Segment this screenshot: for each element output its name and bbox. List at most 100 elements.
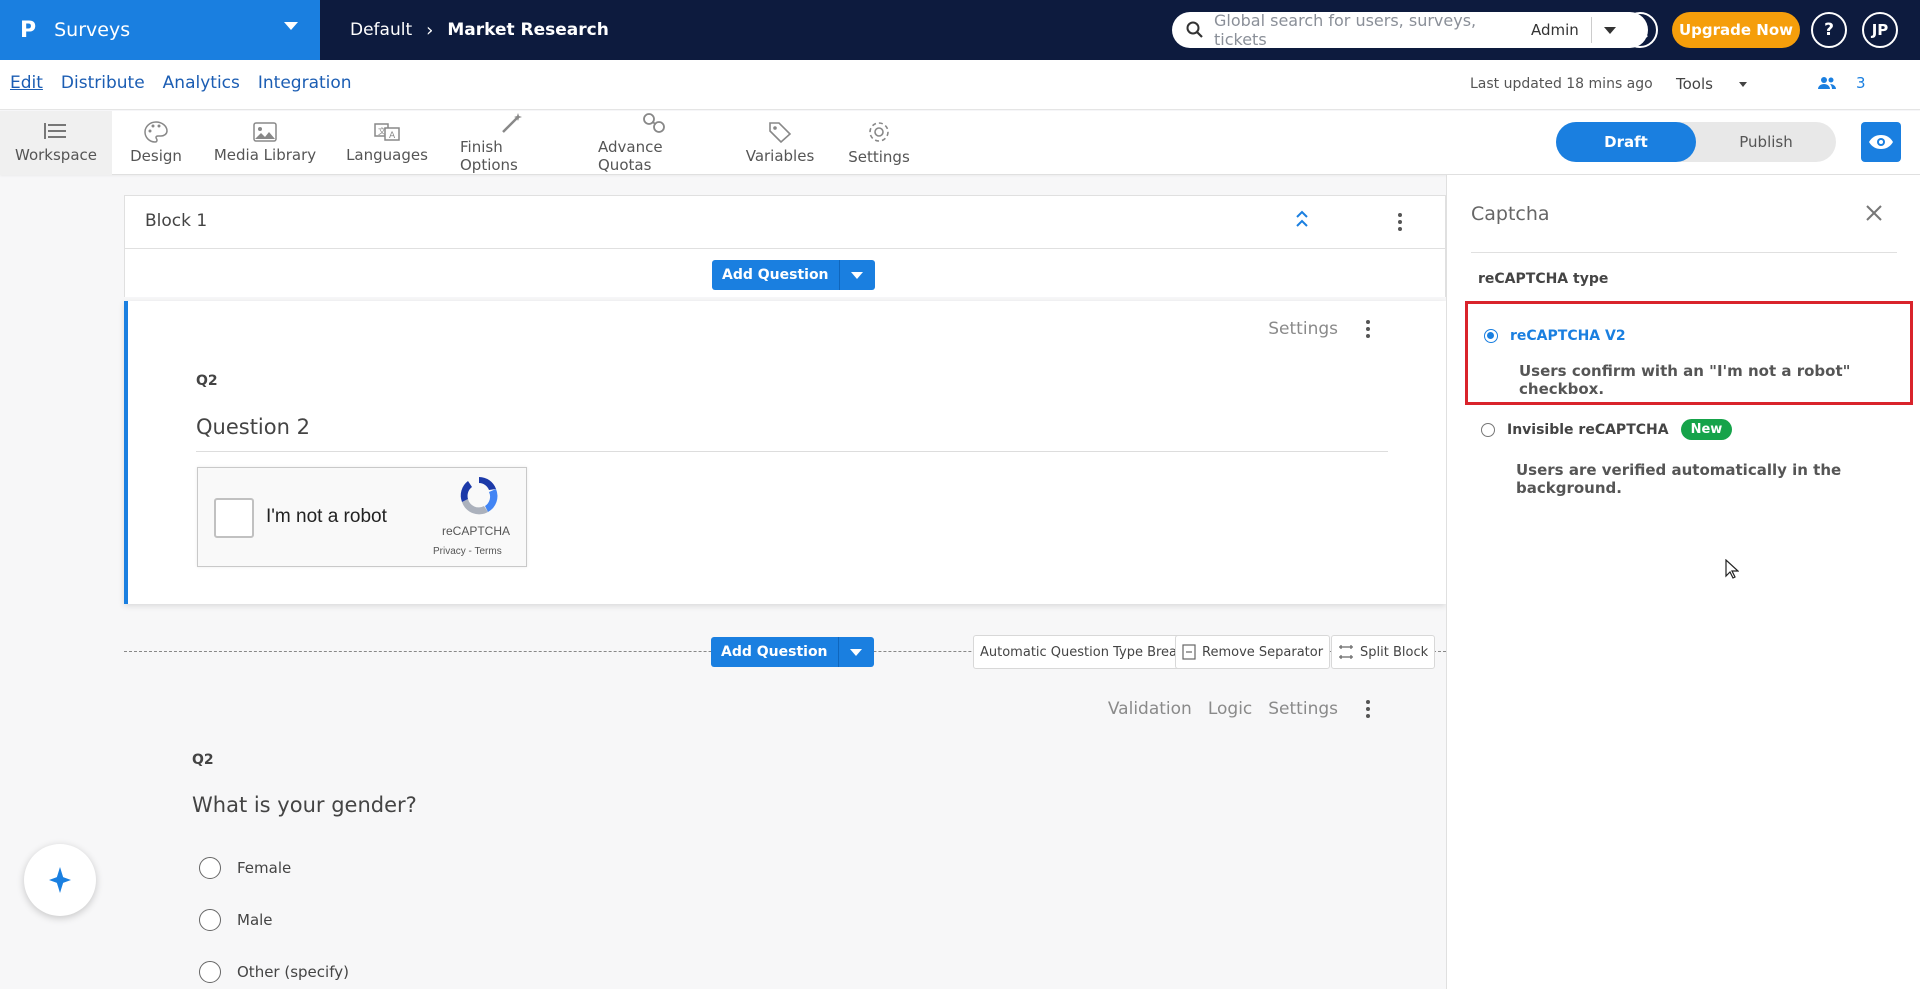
upgrade-button[interactable]: Upgrade Now [1672,12,1800,48]
option-label: reCAPTCHA V2 [1510,328,1626,344]
radio-button[interactable] [199,909,221,931]
tool-design[interactable]: Design [124,111,188,175]
invisible-recaptcha-option[interactable]: Invisible reCAPTCHA New Users are verifi… [1465,419,1913,499]
survey-canvas: Block 1 Add Question Settings Q2 Questio… [124,195,1446,989]
help-button[interactable]: ? [1811,12,1847,48]
question-settings-link[interactable]: Settings [1268,699,1338,719]
radio-button[interactable] [1481,422,1495,437]
tools-menu[interactable]: Tools [1676,75,1747,93]
nav-analytics[interactable]: Analytics [163,73,240,93]
users-icon [1818,77,1836,89]
question-validation-link[interactable]: Validation [1108,699,1192,719]
image-icon [253,122,277,142]
radio-button[interactable] [199,857,221,879]
tool-languages[interactable]: 文A Languages [346,111,428,175]
choice-option[interactable]: Female [199,857,291,879]
add-question-dropdown[interactable] [838,260,875,290]
search-icon [1186,21,1203,38]
add-question-label[interactable]: Add Question [712,260,839,290]
ai-assistant-button[interactable] [24,844,96,916]
preview-button[interactable] [1861,122,1901,162]
question-menu-icon[interactable] [1366,700,1370,718]
tool-label: Settings [848,148,910,166]
choice-option[interactable]: Other (specify) [199,961,349,983]
panel-title: Captcha [1471,203,1550,225]
question-text[interactable]: Question 2 [196,415,1388,452]
captcha-settings-panel: Captcha reCAPTCHA type reCAPTCHA V2 User… [1446,175,1920,989]
remove-separator-button[interactable]: Remove Separator [1175,635,1331,669]
tool-advance-quotas[interactable]: Advance Quotas [598,111,710,175]
breadcrumb-parent[interactable]: Default [350,20,412,40]
tool-finish-options[interactable]: Finish Options [460,111,564,175]
list-icon [44,123,66,139]
recaptcha-checkbox[interactable] [214,498,254,538]
question-card-captcha[interactable]: Settings Q2 Question 2 I'm not a robot r… [124,301,1446,604]
breadcrumb: Default › Market Research [350,20,609,41]
publish-button[interactable]: Publish [1696,122,1836,162]
tool-media-library[interactable]: Media Library [212,111,318,175]
global-search[interactable]: Global search for users, surveys, ticket… [1172,11,1648,49]
add-question-button[interactable]: Add Question [711,637,874,667]
recaptcha-type-label: reCAPTCHA type [1478,271,1609,287]
chevron-down-icon[interactable] [1603,26,1616,34]
app-switcher[interactable]: P Surveys [0,0,320,60]
search-role-select[interactable]: Admin [1519,17,1592,43]
search-button[interactable] [1622,12,1658,48]
tool-settings[interactable]: Settings [848,111,910,175]
collaborators[interactable]: 3 [1818,74,1866,92]
tool-workspace[interactable]: Workspace [0,111,112,175]
tool-label: Media Library [213,146,317,164]
app-logo: P [20,17,37,43]
recaptcha-widget[interactable]: I'm not a robot reCAPTCHA Privacy - Term… [197,467,527,567]
block-menu-icon[interactable] [1398,213,1402,231]
collapse-icon[interactable] [1295,210,1309,228]
add-question-row: Add Question [124,249,1446,297]
palette-icon [144,121,168,143]
nav-edit[interactable]: Edit [10,73,43,93]
question-number: Q2 [196,373,218,389]
translate-icon: 文A [374,123,400,141]
choice-label: Male [237,911,273,929]
radio-button[interactable] [1484,329,1498,343]
split-block-button[interactable]: Split Block [1331,635,1436,669]
question-card-gender[interactable]: Validation Logic Settings Q2 What is you… [124,676,1446,989]
chevron-right-icon: › [426,19,434,41]
tool-label: Variables [745,147,815,165]
link-icon [643,113,665,133]
question-settings-link[interactable]: Settings [1268,319,1338,339]
chevron-down-icon [850,648,863,656]
add-question-label[interactable]: Add Question [711,637,838,667]
svg-text:文: 文 [378,126,386,136]
nav-distribute[interactable]: Distribute [61,73,145,93]
question-menu-icon[interactable] [1366,320,1370,338]
draft-button[interactable]: Draft [1556,122,1696,162]
tool-label: Finish Options [460,138,518,174]
breadcrumb-current: Market Research [447,20,609,40]
question-number: Q2 [192,752,214,768]
last-updated: Last updated 18 mins ago [1470,76,1653,92]
svg-text:A: A [389,131,396,141]
question-text[interactable]: What is your gender? [192,793,1384,829]
split-icon [1339,645,1353,659]
avatar[interactable]: JP [1862,12,1898,48]
nav-integration[interactable]: Integration [258,73,352,93]
search-input[interactable]: Global search for users, surveys, ticket… [1214,11,1519,49]
close-icon[interactable] [1864,203,1884,223]
question-logic-link[interactable]: Logic [1208,699,1252,719]
tag-icon [769,122,792,143]
magic-wand-icon [502,113,522,133]
button-label: Remove Separator [1202,644,1324,660]
search-icon [1631,21,1648,38]
radio-button[interactable] [199,961,221,983]
top-bar: P Surveys Default › Market Research Glob… [0,0,1920,60]
tool-label: Workspace [15,146,97,164]
automatic-question-type-break-button[interactable]: Automatic Question Type Break [973,635,1192,669]
add-question-dropdown[interactable] [837,637,874,667]
add-question-button[interactable]: Add Question [712,260,875,290]
choice-option[interactable]: Male [199,909,273,931]
tool-variables[interactable]: Variables [744,111,816,175]
recaptcha-v2-option[interactable]: reCAPTCHA V2 Users confirm with an "I'm … [1465,301,1913,405]
remove-separator-icon [1182,644,1196,660]
recaptcha-terms-links[interactable]: Privacy - Terms [433,546,502,557]
tool-label: Advance Quotas [598,138,663,174]
